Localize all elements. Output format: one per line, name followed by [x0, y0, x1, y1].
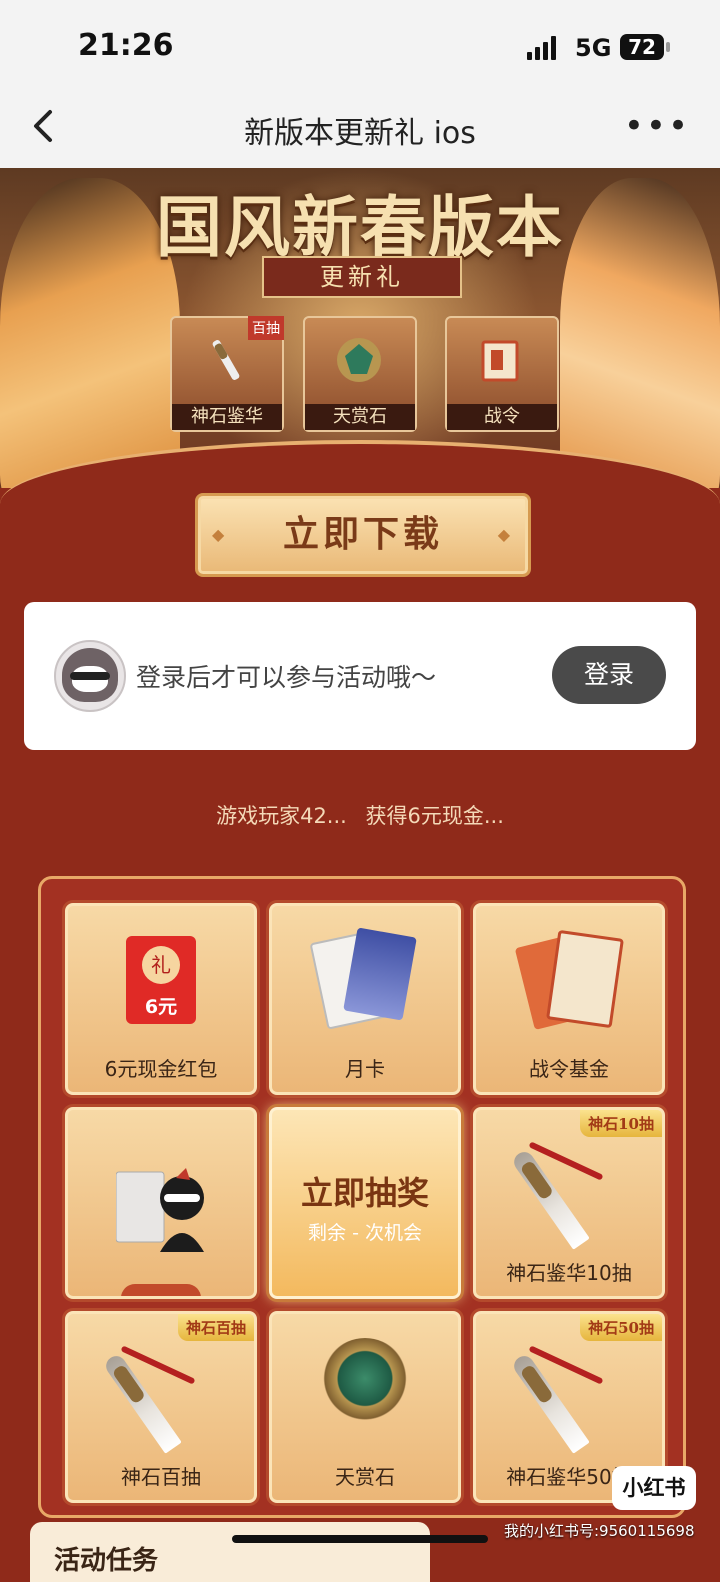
tasks-section-title: 活动任务 — [30, 1522, 430, 1582]
draw-button[interactable]: 立即抽奖 剩余 - 次机会 — [269, 1107, 461, 1299]
login-button[interactable]: 登录 — [552, 646, 666, 704]
home-indicator[interactable] — [232, 1535, 488, 1543]
character-figure-icon — [116, 1168, 204, 1252]
prize-tag: 神石10抽 — [580, 1110, 662, 1137]
prize-tag: 神石百抽 — [177, 1314, 254, 1341]
draw-remaining: 剩余 - 次机会 — [308, 1222, 422, 1244]
user-id-watermark: 我的小红书号:9560115698 — [504, 1522, 695, 1540]
prize-label: 战令基金 — [529, 1057, 609, 1081]
gem-icon — [320, 1338, 410, 1428]
avatar — [54, 640, 126, 712]
status-time: 21:26 — [78, 28, 174, 63]
network-label: 5G — [575, 34, 612, 62]
fan-decoration — [121, 1284, 201, 1296]
banner-item-heavenly-stone: 天赏石 — [303, 316, 417, 432]
more-options-icon[interactable]: ••• — [624, 106, 690, 146]
banner-item-label: 战令 — [447, 404, 557, 430]
red-packet-icon: 礼 6元 — [126, 936, 196, 1024]
prize-label: 月卡 — [345, 1057, 385, 1081]
book-icon — [481, 340, 519, 382]
prize-label: 天赏石 — [335, 1465, 395, 1489]
signal-icon — [527, 34, 556, 60]
status-bar: 21:26 5G 72 — [0, 0, 720, 88]
prize-label: 6元现金红包 — [104, 1057, 218, 1081]
lottery-grid: 礼 6元 6元现金红包 月卡 战令基金 立即抽奖 剩余 - 次机会 神石10抽 … — [38, 876, 686, 1518]
login-card: 登录后才可以参与活动哦～ 登录 — [24, 602, 696, 750]
prize-divine-stone-10: 神石10抽 神石鉴华10抽 — [473, 1107, 665, 1299]
page-title: 新版本更新礼 ios — [244, 116, 476, 151]
prize-divine-stone-100: 神石百抽 神石百抽 — [65, 1311, 257, 1503]
brand-watermark: 小红书 — [612, 1466, 696, 1510]
battery-icon: 72 — [620, 34, 670, 60]
knife-icon — [212, 340, 240, 380]
ticker-prize: 获得6元现金... — [365, 804, 504, 828]
prize-tag: 神石50抽 — [580, 1314, 662, 1341]
banner-subtitle: 更新礼 — [262, 256, 462, 298]
winner-ticker: 游戏玩家42... 获得6元现金... — [0, 800, 720, 830]
nav-bar: 新版本更新礼 ios ••• — [0, 88, 720, 169]
gem-icon — [337, 338, 381, 382]
banner-item-label: 神石鉴华 — [172, 404, 282, 430]
prize-label: 神石百抽 — [121, 1465, 201, 1489]
download-button[interactable]: 立即下载 — [195, 493, 531, 577]
book-icon — [546, 929, 624, 1029]
prize-cash-red-packet: 礼 6元 6元现金红包 — [65, 903, 257, 1095]
ticker-user: 游戏玩家42... — [216, 804, 347, 828]
banner-item-battle-pass: 战令 — [445, 316, 559, 432]
female-character-illustration — [560, 178, 720, 488]
login-prompt: 登录后才可以参与活动哦～ — [136, 663, 437, 692]
prize-battle-pass-fund: 战令基金 — [473, 903, 665, 1095]
card-icon — [343, 927, 417, 1021]
banner-item-divine-stone: 百抽 神石鉴华 — [170, 316, 284, 432]
prize-monthly-card: 月卡 — [269, 903, 461, 1095]
prize-label: 神石鉴华10抽 — [506, 1261, 632, 1285]
banner-item-label: 天赏石 — [305, 404, 415, 430]
prize-heavenly-stone: 天赏石 — [269, 1311, 461, 1503]
banner-item-tag: 百抽 — [248, 316, 284, 340]
prize-avatar-frame — [65, 1107, 257, 1299]
draw-button-label: 立即抽奖 — [300, 1174, 429, 1212]
